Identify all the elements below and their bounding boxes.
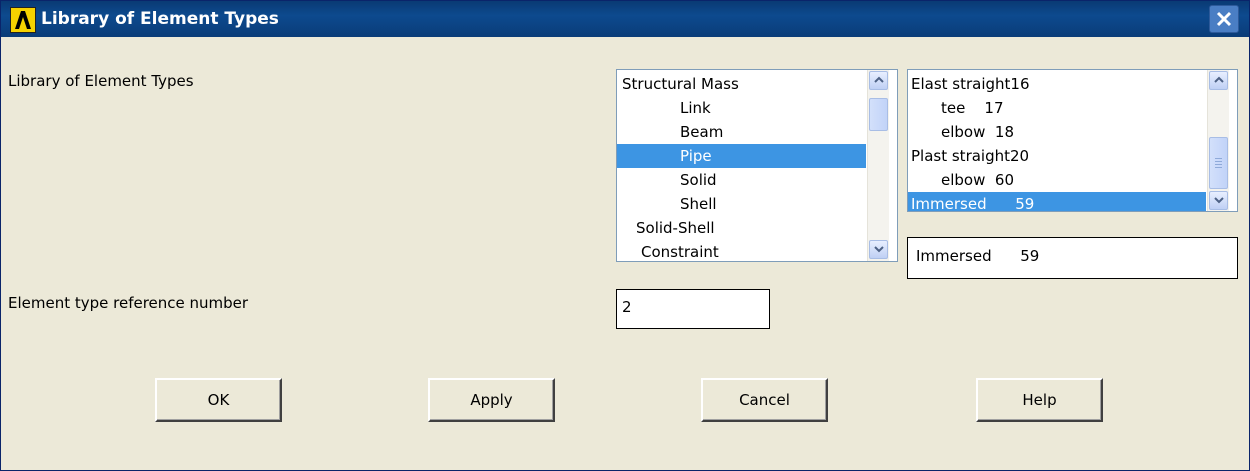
chevron-down-icon (873, 246, 884, 253)
ok-button[interactable]: OK (155, 378, 282, 422)
ref-number-label: Element type reference number (8, 294, 249, 312)
list-item-solid-shell[interactable]: Solid-Shell (617, 216, 866, 240)
list-item-tee[interactable]: tee 17 (908, 96, 1206, 120)
list-item-elast-straight[interactable]: Elast straight16 (908, 72, 1206, 96)
dialog-window: Library of Element Types Library of Elem… (0, 0, 1250, 471)
ansys-logo-icon (10, 7, 36, 33)
list-item-pipe[interactable]: Pipe (617, 144, 866, 168)
close-button[interactable] (1209, 5, 1239, 33)
title-bar: Library of Element Types (1, 1, 1249, 37)
scroll-thumb[interactable] (1209, 137, 1228, 189)
category-listbox[interactable]: Structural Mass Link Beam Pipe Solid She… (616, 69, 898, 262)
chevron-up-icon (1213, 76, 1224, 83)
cancel-button[interactable]: Cancel (701, 378, 828, 422)
element-type-listbox[interactable]: Elast straight16 tee 17 elbow 18 Plast s… (907, 69, 1238, 212)
chevron-down-icon (1213, 197, 1224, 204)
help-button[interactable]: Help (976, 378, 1103, 422)
scroll-up-button[interactable] (869, 71, 888, 90)
scroll-thumb[interactable] (869, 98, 888, 131)
list-item-link[interactable]: Link (617, 96, 866, 120)
list-item-constraint[interactable]: Constraint (617, 240, 866, 261)
ref-number-input[interactable]: 2 (616, 289, 770, 329)
list-item-solid[interactable]: Solid (617, 168, 866, 192)
list-item-plast-straight[interactable]: Plast straight20 (908, 144, 1206, 168)
scroll-down-button[interactable] (1209, 191, 1228, 210)
chevron-up-icon (873, 76, 884, 83)
close-icon (1216, 11, 1232, 27)
selection-display: Immersed 59 (907, 237, 1238, 279)
list-item-elbow-18[interactable]: elbow 18 (908, 120, 1206, 144)
list-item-immersed[interactable]: Immersed 59 (908, 192, 1206, 211)
apply-button[interactable]: Apply (428, 378, 555, 422)
list-item-elbow-60[interactable]: elbow 60 (908, 168, 1206, 192)
library-label: Library of Element Types (8, 72, 194, 90)
window-title: Library of Element Types (41, 9, 279, 29)
category-scrollbar[interactable] (867, 70, 889, 261)
scroll-up-button[interactable] (1209, 71, 1228, 90)
type-scrollbar[interactable] (1207, 70, 1229, 211)
list-item-structural-mass[interactable]: Structural Mass (617, 72, 866, 96)
scroll-down-button[interactable] (869, 240, 888, 259)
list-item-shell[interactable]: Shell (617, 192, 866, 216)
list-item-beam[interactable]: Beam (617, 120, 866, 144)
